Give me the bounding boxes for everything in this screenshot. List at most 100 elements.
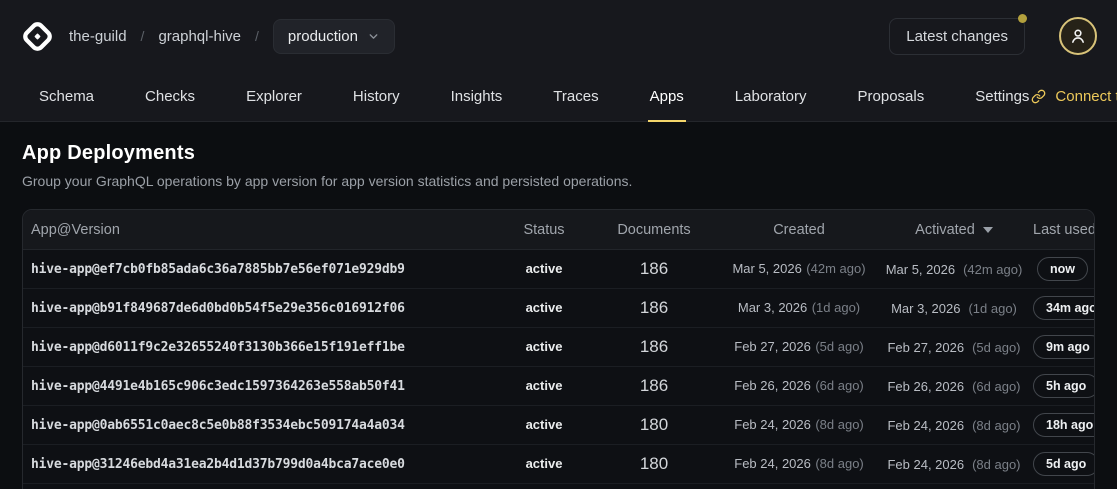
table-row[interactable]: hive-app@d6011f9c2e32655240f3130b366e15f… [23, 328, 1094, 367]
created-cell: Feb 24, 2026 (8d ago) [723, 455, 875, 473]
column-header-documents[interactable]: Documents [585, 222, 723, 238]
documents-cell: 180 [585, 454, 723, 474]
activated-date: Feb 27, 2026 [887, 340, 964, 355]
tab-traces[interactable]: Traces [551, 72, 600, 122]
breadcrumb: the-guild / graphql-hive / production [69, 19, 395, 54]
breadcrumb-org[interactable]: the-guild [69, 28, 127, 45]
last-used-cell: now [1033, 257, 1095, 281]
nav-tabs: Schema Checks Explorer History Insights Trace… [37, 72, 1031, 121]
tab-proposals[interactable]: Proposals [856, 72, 927, 122]
activated-relative-time: (8d ago) [972, 457, 1020, 472]
breadcrumb-separator: / [141, 28, 145, 44]
app-version-cell: hive-app@d6011f9c2e32655240f3130b366e15f… [23, 338, 503, 356]
app-version-value[interactable]: hive-app@ef7cb0fb85ada6c36a7885bb7e56ef0… [31, 262, 405, 277]
activated-date: Feb 26, 2026 [887, 379, 964, 394]
status-value: active [526, 261, 563, 276]
activated-relative-time: (42m ago) [963, 262, 1022, 277]
user-avatar[interactable] [1059, 17, 1097, 55]
table-next-row-partial [23, 484, 1094, 489]
documents-value: 186 [640, 376, 668, 395]
tab-checks[interactable]: Checks [143, 72, 197, 122]
activated-cell: Mar 3, 2026 (1d ago) [875, 301, 1033, 316]
last-used-badge: 9m ago [1033, 335, 1095, 359]
latest-changes-button[interactable]: Latest changes [889, 18, 1025, 55]
documents-value: 186 [640, 298, 668, 317]
activated-relative-time: (5d ago) [972, 340, 1020, 355]
documents-cell: 186 [585, 298, 723, 318]
column-header-last-used[interactable]: Last used [1033, 222, 1095, 238]
column-header-activated-label: Activated [915, 222, 975, 238]
app-version-value[interactable]: hive-app@4491e4b165c906c3edc1597364263e5… [31, 379, 405, 394]
created-cell: Feb 27, 2026 (5d ago) [723, 338, 875, 356]
activated-cell: Feb 26, 2026 (6d ago) [875, 379, 1033, 394]
documents-cell: 186 [585, 259, 723, 279]
app-version-value[interactable]: hive-app@d6011f9c2e32655240f3130b366e15f… [31, 340, 405, 355]
tab-settings[interactable]: Settings [973, 72, 1031, 122]
created-relative-time: (42m ago) [806, 261, 865, 276]
table-row[interactable]: hive-app@4491e4b165c906c3edc1597364263e5… [23, 367, 1094, 406]
page-subtitle: Group your GraphQL operations by app ver… [22, 173, 1095, 189]
breadcrumb-project[interactable]: graphql-hive [158, 28, 241, 45]
column-header-activated[interactable]: Activated [875, 222, 1033, 238]
main-content: App Deployments Group your GraphQL opera… [0, 122, 1117, 489]
created-relative-time: (5d ago) [815, 339, 863, 354]
hive-logo-icon[interactable] [20, 19, 55, 54]
documents-cell: 180 [585, 415, 723, 435]
tab-schema[interactable]: Schema [37, 72, 96, 122]
app-version-cell: hive-app@ef7cb0fb85ada6c36a7885bb7e56ef0… [23, 260, 503, 278]
tab-insights[interactable]: Insights [449, 72, 505, 122]
documents-value: 186 [640, 337, 668, 356]
status-value: active [526, 300, 563, 315]
tab-explorer[interactable]: Explorer [244, 72, 304, 122]
app-version-value[interactable]: hive-app@31246ebd4a31ea2b4d1d37b799d0a4b… [31, 457, 405, 472]
last-used-badge: 5d ago [1033, 452, 1095, 476]
tab-history[interactable]: History [351, 72, 402, 122]
connect-to-cdn-link[interactable]: Connect to CDN [1031, 72, 1117, 121]
table-row[interactable]: hive-app@0ab6551c0aec8c5e0b88f3534ebc509… [23, 406, 1094, 445]
last-used-cell: 5h ago [1033, 374, 1095, 398]
status-cell: active [503, 338, 585, 356]
last-used-cell: 18h ago [1033, 413, 1095, 437]
target-selector-dropdown[interactable]: production [273, 19, 395, 54]
app-version-value[interactable]: hive-app@b91f849687de6d0bd0b54f5e29e356c… [31, 301, 405, 316]
table-body: hive-app@ef7cb0fb85ada6c36a7885bb7e56ef0… [23, 250, 1094, 484]
activated-relative-time: (6d ago) [972, 379, 1020, 394]
app-version-cell: hive-app@31246ebd4a31ea2b4d1d37b799d0a4b… [23, 455, 503, 473]
status-value: active [526, 417, 563, 432]
tab-laboratory[interactable]: Laboratory [733, 72, 809, 122]
table-row[interactable]: hive-app@ef7cb0fb85ada6c36a7885bb7e56ef0… [23, 250, 1094, 289]
status-cell: active [503, 299, 585, 317]
tab-apps[interactable]: Apps [648, 72, 686, 122]
column-header-app-version[interactable]: App@Version [23, 222, 503, 238]
column-header-status[interactable]: Status [503, 222, 585, 238]
activated-date: Mar 3, 2026 [891, 301, 960, 316]
column-header-created[interactable]: Created [723, 222, 875, 238]
app-deployments-table: App@Version Status Documents Created Act… [22, 209, 1095, 489]
created-date: Mar 5, 2026 [732, 261, 801, 276]
last-used-cell: 5d ago [1033, 452, 1095, 476]
activated-relative-time: (8d ago) [972, 418, 1020, 433]
documents-value: 180 [640, 454, 668, 473]
table-row[interactable]: hive-app@31246ebd4a31ea2b4d1d37b799d0a4b… [23, 445, 1094, 484]
created-date: Mar 3, 2026 [738, 300, 807, 315]
table-row[interactable]: hive-app@b91f849687de6d0bd0b54f5e29e356c… [23, 289, 1094, 328]
documents-value: 180 [640, 415, 668, 434]
app-version-value[interactable]: hive-app@0ab6551c0aec8c5e0b88f3534ebc509… [31, 418, 405, 433]
link-icon [1031, 89, 1046, 104]
latest-changes-label: Latest changes [906, 28, 1008, 45]
notification-dot [1018, 14, 1027, 23]
created-cell: Feb 24, 2026 (8d ago) [723, 416, 875, 434]
created-cell: Mar 5, 2026 (42m ago) [723, 260, 875, 278]
app-version-cell: hive-app@0ab6551c0aec8c5e0b88f3534ebc509… [23, 416, 503, 434]
app-version-cell: hive-app@b91f849687de6d0bd0b54f5e29e356c… [23, 299, 503, 317]
app-version-cell: hive-app@4491e4b165c906c3edc1597364263e5… [23, 377, 503, 395]
last-used-badge: 34m ago [1033, 296, 1095, 320]
created-date: Feb 24, 2026 [734, 456, 811, 471]
created-relative-time: (6d ago) [815, 378, 863, 393]
last-used-cell: 9m ago [1033, 335, 1095, 359]
status-cell: active [503, 455, 585, 473]
status-value: active [526, 378, 563, 393]
created-date: Feb 27, 2026 [734, 339, 811, 354]
status-cell: active [503, 416, 585, 434]
created-cell: Feb 26, 2026 (6d ago) [723, 377, 875, 395]
